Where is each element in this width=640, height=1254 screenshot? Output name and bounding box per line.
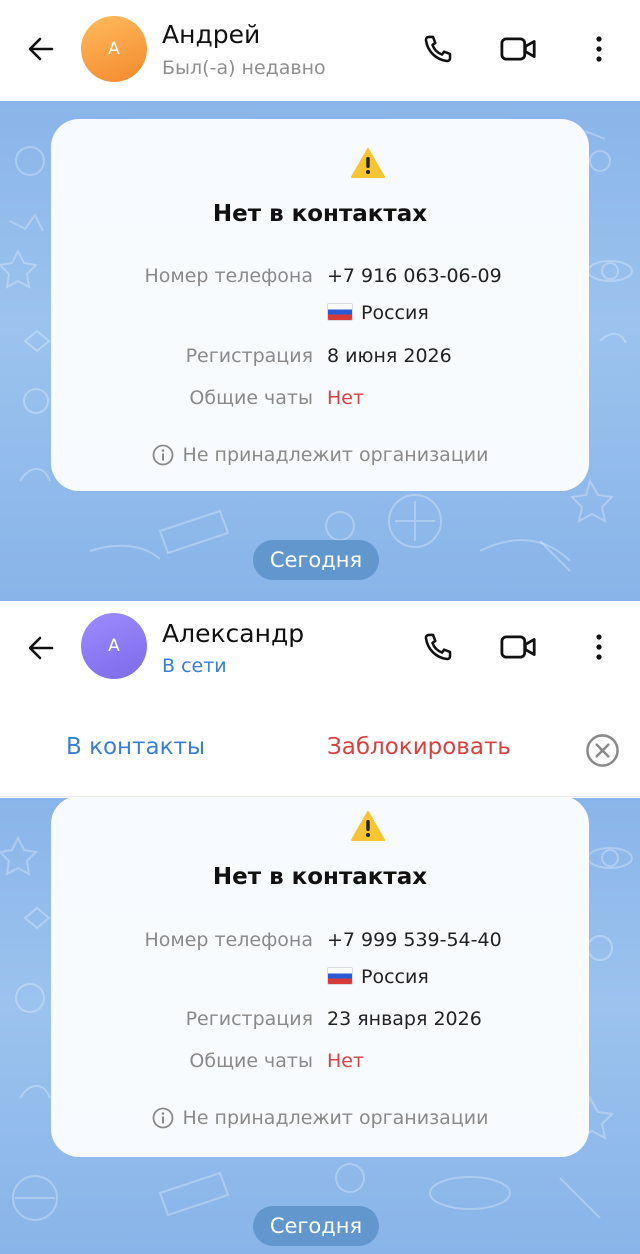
- more-vertical-icon: [596, 36, 602, 62]
- common-chats-value[interactable]: Нет: [327, 1050, 364, 1072]
- warning-icon: [351, 811, 385, 841]
- block-button[interactable]: Заблокировать: [327, 734, 511, 760]
- organization-row: Не принадлежит организации: [51, 444, 589, 466]
- back-button[interactable]: [22, 30, 60, 68]
- card-title: Нет в контактах: [212, 864, 428, 890]
- contact-info-card: Нет в контактах Номер телефона +7 916 06…: [51, 119, 589, 491]
- phone-icon: [424, 633, 452, 661]
- country-row: Россия: [327, 302, 429, 324]
- contact-name[interactable]: Александр: [162, 619, 304, 648]
- country-row: Россия: [327, 966, 429, 988]
- organization-text: Не принадлежит организации: [182, 1107, 489, 1129]
- contact-name[interactable]: Андрей: [162, 20, 260, 49]
- contact-info-card: Нет в контактах Номер телефона +7 999 53…: [51, 798, 589, 1157]
- add-to-contacts-button[interactable]: В контакты: [66, 734, 205, 760]
- call-button[interactable]: [418, 627, 458, 667]
- date-separator: Сегодня: [253, 540, 379, 580]
- date-separator: Сегодня: [253, 1206, 379, 1246]
- info-icon: [152, 1107, 173, 1129]
- chat-header-2: A Александр В сети: [0, 601, 640, 702]
- unknown-contact-actions: В контакты Заблокировать: [0, 701, 640, 797]
- back-button[interactable]: [22, 629, 60, 667]
- organization-text: Не принадлежит организации: [182, 444, 489, 466]
- phone-value[interactable]: +7 916 063-06-09: [327, 265, 502, 287]
- country-value: Россия: [361, 302, 429, 324]
- common-chats-value[interactable]: Нет: [327, 387, 364, 409]
- common-chats-label: Общие чаты: [189, 387, 313, 409]
- common-chats-label: Общие чаты: [189, 1050, 313, 1072]
- avatar-letter: A: [108, 39, 120, 59]
- phone-value[interactable]: +7 999 539-54-40: [327, 929, 502, 951]
- registration-label: Регистрация: [185, 345, 313, 367]
- warning-icon: [351, 148, 385, 178]
- more-options-button[interactable]: [579, 627, 619, 667]
- contact-status: В сети: [162, 655, 227, 677]
- video-call-button[interactable]: [499, 627, 539, 667]
- back-arrow-icon: [28, 636, 54, 660]
- russia-flag-icon: [327, 303, 353, 321]
- video-icon: [500, 635, 536, 659]
- russia-flag-icon: [327, 967, 353, 985]
- more-vertical-icon: [596, 634, 602, 660]
- registration-value: 23 января 2026: [327, 1008, 482, 1030]
- organization-row: Не принадлежит организации: [51, 1107, 589, 1129]
- phone-label: Номер телефона: [144, 265, 313, 287]
- back-arrow-icon: [28, 37, 54, 61]
- video-icon: [500, 37, 536, 61]
- avatar-letter: A: [108, 636, 120, 656]
- registration-label: Регистрация: [185, 1008, 313, 1030]
- info-icon: [152, 444, 173, 466]
- country-value: Россия: [361, 966, 429, 988]
- chat-header-1: A Андрей Был(-а) недавно: [0, 0, 640, 101]
- video-call-button[interactable]: [499, 29, 539, 69]
- card-title: Нет в контактах: [212, 201, 428, 227]
- more-options-button[interactable]: [579, 29, 619, 69]
- chat-wallpaper-2: Нет в контактах Номер телефона +7 999 53…: [0, 798, 640, 1254]
- phone-icon: [424, 35, 452, 63]
- chat-wallpaper-1: Нет в контактах Номер телефона +7 916 06…: [0, 101, 640, 601]
- close-circle-icon[interactable]: [585, 733, 620, 768]
- registration-value: 8 июня 2026: [327, 345, 452, 367]
- phone-label: Номер телефона: [144, 929, 313, 951]
- avatar[interactable]: A: [81, 613, 147, 679]
- call-button[interactable]: [418, 29, 458, 69]
- contact-status: Был(-а) недавно: [162, 57, 326, 79]
- avatar[interactable]: A: [81, 16, 147, 82]
